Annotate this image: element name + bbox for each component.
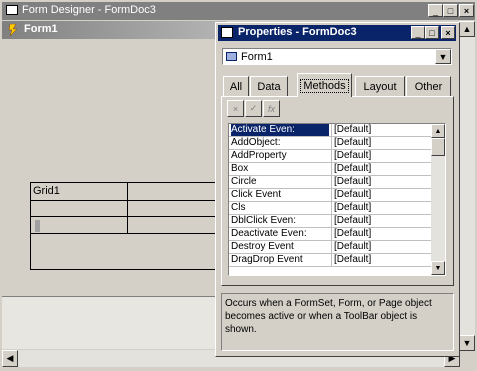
window-title: Form Designer - FormDoc3: [22, 4, 156, 16]
properties-window[interactable]: Properties - FormDoc3 _ □ × Form1 ▼ All …: [215, 22, 460, 357]
scroll-left-button[interactable]: ◀: [2, 350, 18, 367]
property-name: Cls: [231, 202, 246, 213]
grid-cell[interactable]: [127, 200, 221, 217]
property-value: [Default]: [331, 150, 432, 162]
property-name: Destroy Event: [231, 241, 294, 252]
property-row[interactable]: DragDrop Event [Default]: [229, 254, 431, 267]
property-row[interactable]: Circle [Default]: [229, 176, 431, 189]
properties-maximize-button[interactable]: □: [425, 26, 439, 39]
tab-methods-label: Methods: [300, 78, 349, 93]
tab-all[interactable]: All: [223, 76, 249, 96]
list-scroll-thumb[interactable]: [431, 138, 445, 156]
property-name: AddProperty: [231, 150, 287, 161]
property-row[interactable]: AddObject: [Default]: [229, 137, 431, 150]
tab-layout[interactable]: Layout: [355, 76, 405, 96]
property-row[interactable]: Click Event [Default]: [229, 189, 431, 202]
combo-dropdown-button[interactable]: ▼: [435, 49, 451, 64]
grid-header-cell-2[interactable]: [127, 183, 221, 201]
property-row[interactable]: Box [Default]: [229, 163, 431, 176]
property-row[interactable]: Deactivate Even: [Default]: [229, 228, 431, 241]
form1-title-bar[interactable]: Form1: [2, 21, 227, 39]
close-button[interactable]: ×: [459, 4, 474, 17]
tab-methods[interactable]: Methods: [297, 73, 352, 97]
property-value: [Default]: [331, 228, 432, 240]
property-name: DragDrop Event: [231, 254, 303, 265]
list-scroll-up-button[interactable]: ▲: [431, 124, 445, 138]
property-list[interactable]: Activate Even: [Default] AddObject: [Defau…: [228, 123, 446, 276]
minimize-button[interactable]: _: [428, 4, 443, 17]
properties-title-bar[interactable]: Properties - FormDoc3 _ □ ×: [218, 25, 456, 41]
property-row[interactable]: AddProperty [Default]: [229, 150, 431, 163]
properties-icon: [221, 27, 233, 38]
property-value: [Default]: [331, 176, 432, 188]
property-row[interactable]: DblClick Even: [Default]: [229, 215, 431, 228]
property-row[interactable]: Destroy Event [Default]: [229, 241, 431, 254]
form1-title: Form1: [24, 23, 58, 35]
grid-cell[interactable]: [31, 216, 128, 234]
scroll-up-button[interactable]: ▲: [459, 21, 475, 37]
property-name: Box: [231, 163, 249, 174]
property-value: [Default]: [331, 241, 432, 253]
property-name: Click Event: [231, 189, 282, 200]
property-description: Occurs when a FormSet, Form, or Page obj…: [221, 293, 454, 351]
cancel-edit-button[interactable]: ×: [227, 100, 244, 117]
tab-other[interactable]: Other: [406, 76, 451, 96]
scroll-down-button[interactable]: ▼: [459, 335, 475, 351]
property-value: [Default]: [331, 202, 432, 214]
property-value: [Default]: [331, 124, 432, 136]
window-title-bar[interactable]: Form Designer - FormDoc3 _ □ ×: [2, 2, 475, 20]
grid-row-marker: [35, 220, 40, 232]
property-name: DblClick Even:: [231, 215, 297, 226]
property-name: Activate Even:: [231, 124, 329, 136]
grid-control[interactable]: Grid1: [30, 182, 222, 270]
object-combo-value: Form1: [241, 51, 273, 63]
list-scroll-down-button[interactable]: ▼: [431, 261, 445, 275]
grid-cell[interactable]: [31, 200, 128, 217]
grid-cell[interactable]: [127, 216, 221, 234]
object-combo[interactable]: Form1 ▼: [222, 48, 452, 65]
tab-data[interactable]: Data: [250, 76, 288, 96]
property-row[interactable]: Activate Even: [Default]: [229, 124, 431, 137]
properties-close-button[interactable]: ×: [441, 26, 455, 39]
property-name: Deactivate Even:: [231, 228, 307, 239]
app-icon: [6, 5, 18, 15]
form-icon: [8, 23, 18, 37]
property-value: [Default]: [331, 215, 432, 227]
property-name: AddObject:: [231, 137, 281, 148]
function-button[interactable]: fx: [263, 100, 280, 117]
property-value: [Default]: [331, 163, 432, 175]
property-value: [Default]: [331, 254, 432, 266]
properties-minimize-button[interactable]: _: [411, 26, 425, 39]
properties-title: Properties - FormDoc3: [238, 26, 357, 38]
list-scrollbar[interactable]: ▲ ▼: [431, 124, 445, 275]
form-object-icon: [226, 52, 237, 61]
property-value: [Default]: [331, 189, 432, 201]
maximize-button[interactable]: □: [443, 4, 458, 17]
property-name: Circle: [231, 176, 257, 187]
property-value: [Default]: [331, 137, 432, 149]
vertical-scrollbar[interactable]: ▲ ▼: [459, 21, 475, 351]
property-row[interactable]: Cls [Default]: [229, 202, 431, 215]
grid-header-cell[interactable]: Grid1: [31, 183, 128, 201]
size-grip[interactable]: [460, 352, 475, 368]
accept-edit-button[interactable]: ✓: [245, 100, 262, 117]
